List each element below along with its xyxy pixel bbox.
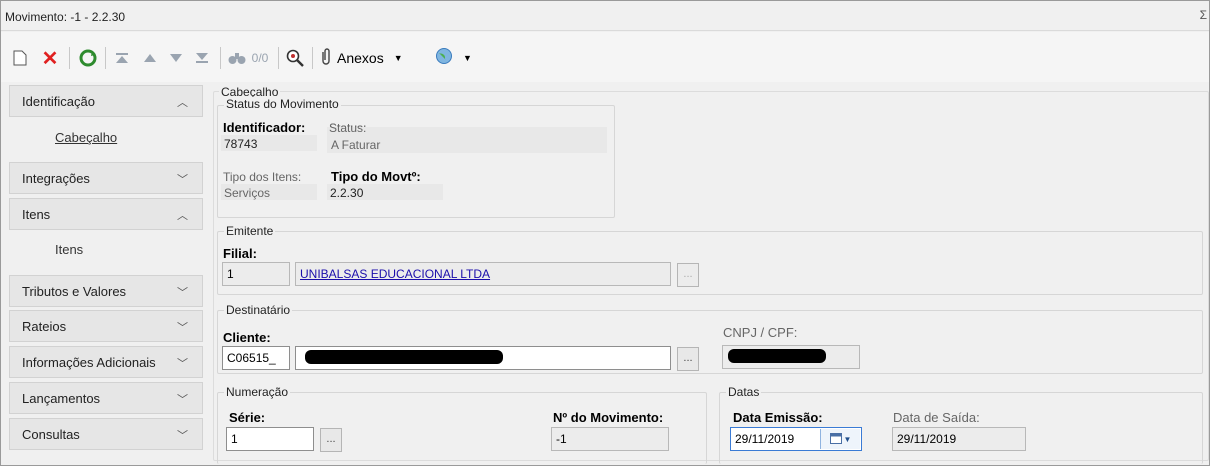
- anexos-button[interactable]: Anexos ▼: [319, 46, 429, 70]
- emitente-legend: Emitente: [224, 224, 276, 238]
- serie-lookup-button[interactable]: ...: [320, 428, 342, 452]
- toolbar-separator: [69, 47, 70, 69]
- sidebar-item-itens[interactable]: Itens: [55, 242, 83, 257]
- identificador-label: Identificador:: [223, 120, 306, 135]
- sidebar-group-itens[interactable]: Itens ︿: [9, 198, 203, 230]
- binoculars-icon[interactable]: [227, 46, 247, 70]
- filial-lookup-button[interactable]: ...: [677, 263, 699, 287]
- sidebar-group-lancamentos[interactable]: Lançamentos ﹀: [9, 382, 203, 414]
- sidebar-group-consultas[interactable]: Consultas ﹀: [9, 418, 203, 450]
- chevron-up-icon: ︿: [177, 97, 188, 109]
- tipo-itens-label: Tipo dos Itens:: [223, 170, 302, 184]
- filial-name-field[interactable]: UNIBALSAS EDUCACIONAL LTDA: [295, 262, 671, 286]
- status-legend: Status do Movimento: [224, 97, 341, 111]
- sidebar-group-identificacao[interactable]: Identificação ︿: [9, 85, 203, 117]
- toolbar-separator: [278, 47, 279, 69]
- zoom-search-icon[interactable]: [284, 46, 306, 70]
- numero-movimento-field[interactable]: -1: [551, 427, 669, 451]
- data-emissao-label: Data Emissão:: [733, 410, 823, 425]
- toolbar: ✕ 0/0 Anexos ▼ ▼: [1, 32, 1209, 82]
- numeracao-legend: Numeração: [224, 385, 291, 399]
- chevron-down-icon: ▼: [463, 53, 472, 63]
- record-counter: 0/0: [251, 51, 269, 65]
- sidebar-group-informacoes[interactable]: Informações Adicionais ﹀: [9, 346, 203, 378]
- sidebar-group-label: Identificação: [22, 93, 95, 109]
- serie-field[interactable]: 1: [226, 427, 314, 451]
- cliente-code-field[interactable]: C06515_: [222, 346, 290, 370]
- new-document-icon[interactable]: [11, 46, 29, 70]
- cliente-lookup-button[interactable]: ...: [677, 347, 699, 371]
- title-bar: Movimento: -1 - 2.2.30 Σ: [1, 1, 1209, 31]
- chevron-down-icon: ﹀: [177, 430, 188, 442]
- tipo-movto-value: 2.2.30: [330, 186, 364, 200]
- chevron-down-icon: ▼: [393, 53, 403, 63]
- chevron-down-icon: ﹀: [177, 287, 188, 299]
- next-record-icon[interactable]: [167, 46, 185, 70]
- chevron-down-icon: ﹀: [177, 358, 188, 370]
- sidebar-group-tributos[interactable]: Tributos e Valores ﹀: [9, 275, 203, 307]
- cnpj-label: CNPJ / CPF:: [723, 325, 798, 340]
- previous-record-icon[interactable]: [141, 46, 159, 70]
- sidebar-group-label: Rateios: [22, 318, 67, 334]
- toolbar-separator: [312, 47, 313, 69]
- filial-code-field[interactable]: 1: [222, 262, 290, 286]
- window-title: Movimento: -1 - 2.2.30: [5, 10, 126, 24]
- tipo-itens-value: Serviços: [224, 186, 271, 200]
- data-emissao-value: 29/11/2019: [735, 432, 795, 446]
- serie-label: Série:: [229, 410, 266, 425]
- web-services-button[interactable]: ▼: [435, 46, 485, 70]
- paperclip-icon: [319, 47, 333, 69]
- tipo-movto-label: Tipo do Movtº:: [331, 169, 421, 184]
- last-record-icon[interactable]: [193, 46, 211, 70]
- sidebar-item-cabecalho[interactable]: Cabeçalho: [55, 130, 117, 145]
- sidebar-group-label: Integrações: [22, 170, 90, 186]
- toolbar-separator: [220, 47, 221, 69]
- filial-name-link[interactable]: UNIBALSAS EDUCACIONAL LTDA: [300, 267, 490, 281]
- status-label-overlay: Status:: [329, 121, 367, 135]
- redacted-client-name: [305, 350, 503, 364]
- sidebar-group-label: Lançamentos: [22, 390, 101, 406]
- sidebar-group-rateios[interactable]: Rateios ﹀: [9, 310, 203, 342]
- status-value: A Faturar: [331, 138, 381, 152]
- toolbar-separator: [105, 47, 106, 69]
- filial-label: Filial:: [223, 246, 257, 261]
- numero-movimento-label: Nº do Movimento:: [553, 410, 664, 425]
- sidebar-group-label: Consultas: [22, 426, 80, 442]
- destinatario-legend: Destinatário: [224, 303, 293, 317]
- cliente-label: Cliente:: [223, 330, 271, 345]
- sigma-icon[interactable]: Σ: [1200, 8, 1207, 22]
- chevron-down-icon: ﹀: [177, 322, 188, 334]
- redacted-cnpj: [728, 349, 826, 363]
- globe-icon: [435, 47, 453, 70]
- movimento-window: Movimento: -1 - 2.2.30 Σ ✕ 0/0 Anexos ▼ …: [0, 0, 1210, 466]
- sidebar-group-label: Informações Adicionais: [22, 354, 156, 370]
- delete-icon[interactable]: ✕: [41, 46, 59, 70]
- sidebar-group-label: Itens: [22, 206, 51, 222]
- first-record-icon[interactable]: [113, 46, 131, 70]
- refresh-icon[interactable]: [78, 46, 98, 70]
- chevron-down-icon: ﹀: [177, 394, 188, 406]
- data-saida-field[interactable]: 29/11/2019: [892, 427, 1026, 451]
- calendar-icon: [829, 432, 842, 447]
- chevron-down-icon: ▼: [843, 434, 852, 444]
- chevron-up-icon: ︿: [177, 210, 188, 222]
- datas-legend: Datas: [726, 385, 762, 399]
- chevron-down-icon: ﹀: [177, 174, 188, 186]
- identificador-value: 78743: [224, 137, 258, 151]
- sidebar-group-label: Tributos e Valores: [22, 283, 127, 299]
- sidebar-group-integracoes[interactable]: Integrações ﹀: [9, 162, 203, 194]
- anexos-label: Anexos: [337, 50, 384, 66]
- calendar-dropdown-button[interactable]: ▼: [820, 429, 860, 449]
- data-saida-label: Data de Saída:: [893, 410, 980, 425]
